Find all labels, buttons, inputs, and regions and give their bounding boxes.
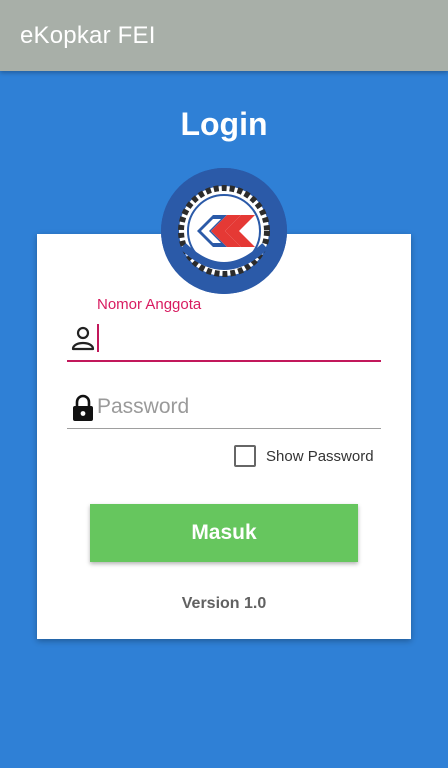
- koperasi-logo: [161, 168, 287, 294]
- text-cursor: [97, 324, 99, 352]
- page-title: Login: [180, 106, 268, 142]
- login-button[interactable]: Masuk: [90, 504, 358, 562]
- show-password-checkbox[interactable]: [234, 445, 256, 467]
- password-input[interactable]: [97, 390, 367, 424]
- login-card: [37, 234, 411, 639]
- member-number-label: Nomor Anggota: [97, 296, 202, 313]
- person-icon: [71, 325, 95, 356]
- password-field[interactable]: [67, 388, 381, 429]
- version-text: Version 1.0: [181, 595, 267, 612]
- member-number-field[interactable]: [67, 320, 381, 362]
- app-bar: eKopkar FEI: [0, 0, 448, 71]
- app-title: eKopkar FEI: [20, 22, 156, 49]
- member-number-input[interactable]: [97, 322, 367, 356]
- show-password-label[interactable]: Show Password: [266, 448, 374, 465]
- lock-icon: [71, 394, 95, 427]
